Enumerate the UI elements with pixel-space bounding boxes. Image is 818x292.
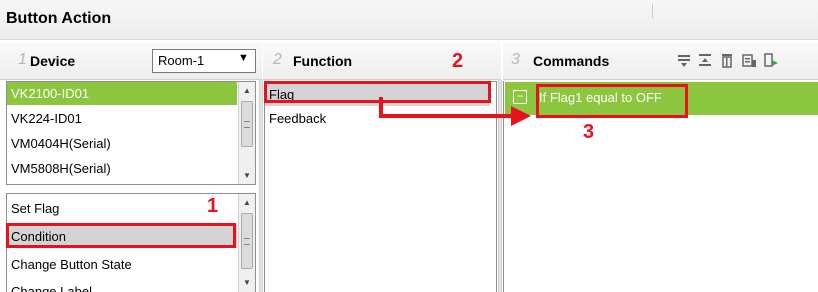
window-title: Button Action (6, 10, 112, 27)
scroll-up-icon[interactable]: ▲ (239, 82, 255, 99)
device-scrollbar[interactable]: ▲ ▼ (238, 82, 255, 184)
run-icon[interactable] (763, 52, 779, 68)
splitter-device-function[interactable] (259, 80, 263, 292)
annotation-number-2: 2 (452, 50, 464, 72)
scroll-down-icon[interactable]: ▼ (239, 274, 255, 291)
function-header-label: Function (293, 53, 353, 69)
room-select[interactable]: Room-1 ▼ (152, 49, 256, 73)
scroll-up-icon[interactable]: ▲ (239, 194, 255, 211)
scroll-thumb[interactable] (241, 101, 253, 147)
annotation-box-command (536, 84, 688, 118)
annotation-arrow (379, 97, 531, 126)
title-bar: Button Action (0, 0, 818, 40)
action-item[interactable]: Change Button State (7, 253, 237, 276)
function-column-header: 2 Function (263, 42, 501, 80)
device-item[interactable]: VK2100-ID01 (7, 82, 237, 105)
annotation-box-condition (6, 223, 236, 248)
room-select-value: Room-1 (158, 53, 205, 68)
move-command-icon[interactable] (697, 52, 713, 68)
edit-icon[interactable] (741, 52, 757, 68)
scroll-thumb[interactable] (241, 213, 253, 269)
device-step-number: 1 (18, 51, 27, 68)
title-separator (652, 4, 653, 18)
action-scrollbar[interactable]: ▲ ▼ (238, 194, 255, 292)
device-list: VK2100-ID01 VK224-ID01 VM0404H(Serial) V… (6, 81, 256, 185)
device-header-label: Device (30, 53, 76, 69)
device-item[interactable]: VM5808H(Serial) (7, 157, 237, 180)
action-item[interactable]: Set Flag (7, 197, 237, 220)
device-item[interactable]: VK224-ID01 (7, 107, 237, 130)
commands-step-number: 3 (511, 51, 520, 68)
annotation-number-1: 1 (207, 195, 219, 217)
insert-command-icon[interactable] (676, 52, 692, 68)
annotation-number-3: 3 (583, 121, 595, 143)
function-step-number: 2 (273, 51, 282, 68)
action-item[interactable]: Change Label (7, 280, 237, 292)
chevron-down-icon[interactable]: ▼ (238, 52, 249, 64)
delete-icon[interactable] (719, 52, 735, 68)
commands-header-label: Commands (533, 53, 610, 69)
scroll-down-icon[interactable]: ▼ (239, 167, 255, 184)
device-item[interactable]: VM0404H(Serial) (7, 132, 237, 155)
